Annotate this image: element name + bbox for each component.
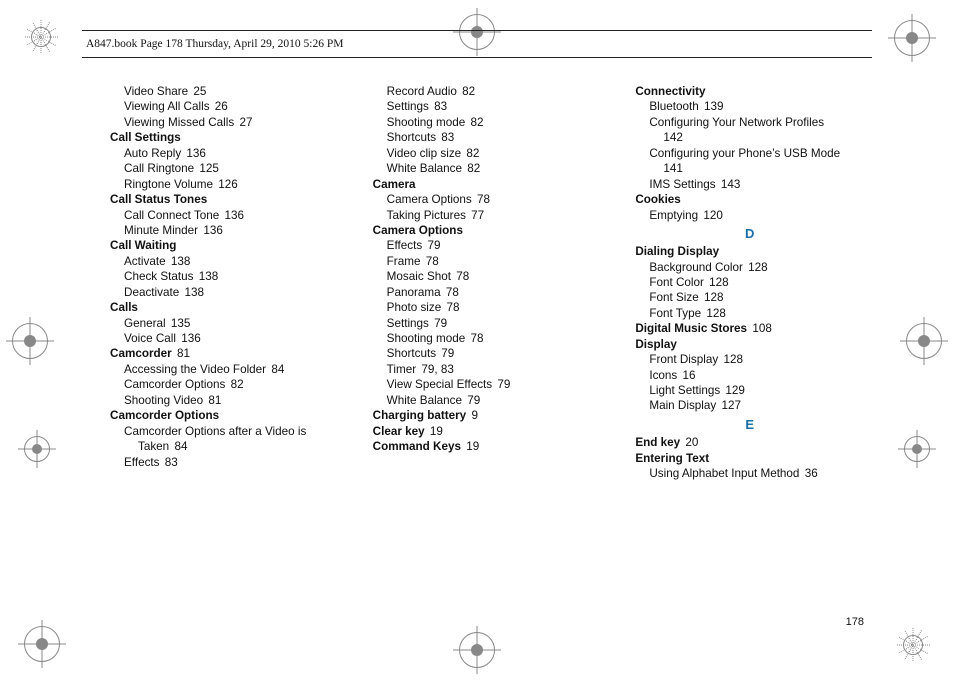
- index-entry: Video Share 25: [110, 84, 339, 99]
- index-entry: Icons 16: [635, 368, 864, 383]
- index-entry: Shooting mode 78: [373, 331, 602, 346]
- index-entry: Font Color 128: [635, 275, 864, 290]
- index-heading: Entering Text: [635, 451, 864, 466]
- index-entry: White Balance 82: [373, 161, 602, 176]
- index-entry-page: 142: [635, 130, 864, 145]
- index-column-2: Record Audio 82Settings 83Shooting mode …: [373, 84, 602, 481]
- index-entry: Camera Options 78: [373, 192, 602, 207]
- index-entry: Record Audio 82: [373, 84, 602, 99]
- crop-mark-icon: [24, 20, 58, 54]
- index-entry: Photo size 78: [373, 300, 602, 315]
- crop-mark-icon: [24, 626, 60, 662]
- index-entry: Bluetooth 139: [635, 99, 864, 114]
- index-entry: Background Color 128: [635, 260, 864, 275]
- crop-mark-icon: [24, 436, 50, 462]
- index-entry: Viewing All Calls 26: [110, 99, 339, 114]
- page-body: Video Share 25Viewing All Calls 26Viewin…: [110, 84, 864, 622]
- index-entry: Activate 138: [110, 254, 339, 269]
- index-entry-page: 141: [635, 161, 864, 176]
- index-heading: End key 20: [635, 435, 864, 450]
- crop-mark-icon: [12, 323, 48, 359]
- crop-mark-icon: [906, 323, 942, 359]
- index-heading: Camera: [373, 177, 602, 192]
- index-heading: Clear key 19: [373, 424, 602, 439]
- index-heading: Cookies: [635, 192, 864, 207]
- index-entry: Voice Call 136: [110, 331, 339, 346]
- index-entry: Settings 83: [373, 99, 602, 114]
- index-heading: Command Keys 19: [373, 439, 602, 454]
- index-entry: Taken 84: [110, 439, 339, 454]
- index-heading: Calls: [110, 300, 339, 315]
- index-entry: Call Ringtone 125: [110, 161, 339, 176]
- index-entry: Shooting Video 81: [110, 393, 339, 408]
- index-column-3: ConnectivityBluetooth 139Configuring You…: [635, 84, 864, 481]
- index-entry: Timer 79, 83: [373, 362, 602, 377]
- index-entry: Effects 83: [110, 455, 339, 470]
- index-entry: Main Display 127: [635, 398, 864, 413]
- index-entry: Effects 79: [373, 238, 602, 253]
- index-heading: Display: [635, 337, 864, 352]
- index-entry: Auto Reply 136: [110, 146, 339, 161]
- crop-mark-icon: [904, 436, 930, 462]
- index-entry: Shooting mode 82: [373, 115, 602, 130]
- index-heading: Charging battery 9: [373, 408, 602, 423]
- index-heading: Connectivity: [635, 84, 864, 99]
- index-entry: Front Display 128: [635, 352, 864, 367]
- crop-mark-icon: [894, 20, 930, 56]
- index-heading: Call Waiting: [110, 238, 339, 253]
- index-heading: Digital Music Stores 108: [635, 321, 864, 336]
- index-letter: D: [635, 225, 864, 242]
- index-entry: Shortcuts 79: [373, 346, 602, 361]
- crop-mark-icon: [459, 632, 495, 668]
- index-entry: Taking Pictures 77: [373, 208, 602, 223]
- index-entry: Call Connect Tone 136: [110, 208, 339, 223]
- index-column-1: Video Share 25Viewing All Calls 26Viewin…: [110, 84, 339, 481]
- index-entry: White Balance 79: [373, 393, 602, 408]
- index-heading: Dialing Display: [635, 244, 864, 259]
- index-letter: E: [635, 416, 864, 433]
- index-columns: Video Share 25Viewing All Calls 26Viewin…: [110, 84, 864, 481]
- index-entry: Using Alphabet Input Method 36: [635, 466, 864, 481]
- index-entry: Accessing the Video Folder 84: [110, 362, 339, 377]
- index-entry: Panorama 78: [373, 285, 602, 300]
- page-header: A847.book Page 178 Thursday, April 29, 2…: [82, 30, 872, 58]
- index-heading: Call Status Tones: [110, 192, 339, 207]
- index-entry: Shortcuts 83: [373, 130, 602, 145]
- index-heading: Camera Options: [373, 223, 602, 238]
- index-entry: Emptying 120: [635, 208, 864, 223]
- index-entry: Ringtone Volume 126: [110, 177, 339, 192]
- index-entry: Minute Minder 136: [110, 223, 339, 238]
- index-entry: Configuring your Phone’s USB Mode: [635, 146, 864, 161]
- index-entry: Camcorder Options 82: [110, 377, 339, 392]
- index-entry: Check Status 138: [110, 269, 339, 284]
- index-entry: Video clip size 82: [373, 146, 602, 161]
- crop-mark-icon: [896, 628, 930, 662]
- index-heading: Camcorder Options: [110, 408, 339, 423]
- index-entry: General 135: [110, 316, 339, 331]
- index-entry: IMS Settings 143: [635, 177, 864, 192]
- header-text: A847.book Page 178 Thursday, April 29, 2…: [86, 38, 343, 50]
- index-entry: View Special Effects 79: [373, 377, 602, 392]
- index-entry: Font Size 128: [635, 290, 864, 305]
- index-entry: Font Type 128: [635, 306, 864, 321]
- index-entry: Settings 79: [373, 316, 602, 331]
- index-entry: Camcorder Options after a Video is: [110, 424, 339, 439]
- index-heading: Call Settings: [110, 130, 339, 145]
- index-heading: Camcorder 81: [110, 346, 339, 361]
- page-number: 178: [846, 616, 864, 628]
- index-entry: Configuring Your Network Profiles: [635, 115, 864, 130]
- index-entry: Frame 78: [373, 254, 602, 269]
- index-entry: Viewing Missed Calls 27: [110, 115, 339, 130]
- index-entry: Deactivate 138: [110, 285, 339, 300]
- index-entry: Mosaic Shot 78: [373, 269, 602, 284]
- index-entry: Light Settings 129: [635, 383, 864, 398]
